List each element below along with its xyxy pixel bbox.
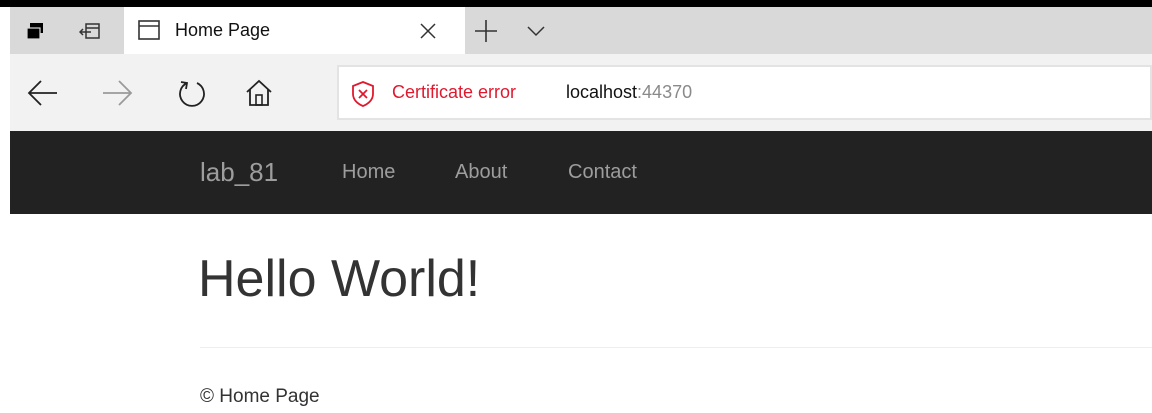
chevron-down-icon[interactable] <box>524 21 548 41</box>
set-aside-tabs-icon[interactable] <box>65 7 115 54</box>
page-heading: Hello World! <box>198 250 481 308</box>
shield-x-icon[interactable] <box>350 80 376 113</box>
url-bar[interactable]: Certificate error localhost:44370 <box>337 65 1152 120</box>
refresh-icon[interactable] <box>173 74 211 112</box>
url-text[interactable]: localhost:44370 <box>566 67 692 118</box>
footer-copyright: © Home Page <box>200 386 320 407</box>
back-arrow-icon[interactable] <box>24 74 62 112</box>
nav-link-contact[interactable]: Contact <box>568 131 637 214</box>
tab-title: Home Page <box>175 20 271 40</box>
address-toolbar: Certificate error localhost:44370 <box>10 54 1152 131</box>
close-icon[interactable] <box>416 19 440 43</box>
window-top-border <box>0 0 1152 7</box>
url-port: :44370 <box>637 82 693 102</box>
site-navbar: lab_81 Home About Contact <box>10 131 1152 214</box>
certificate-error-label[interactable]: Certificate error <box>392 67 516 118</box>
url-host: localhost <box>566 82 638 102</box>
navbar-brand[interactable]: lab_81 <box>200 131 278 214</box>
browser-tab[interactable]: Home Page <box>124 7 465 54</box>
nav-link-home[interactable]: Home <box>342 131 395 214</box>
plus-icon[interactable] <box>472 17 500 45</box>
task-view-icon[interactable] <box>10 7 60 54</box>
home-icon[interactable] <box>240 74 278 112</box>
tab-strip: Home Page <box>10 7 1152 54</box>
nav-link-about[interactable]: About <box>455 131 507 214</box>
footer-divider <box>200 347 1152 348</box>
tab-page-icon <box>138 20 160 45</box>
forward-arrow-icon[interactable] <box>98 74 136 112</box>
